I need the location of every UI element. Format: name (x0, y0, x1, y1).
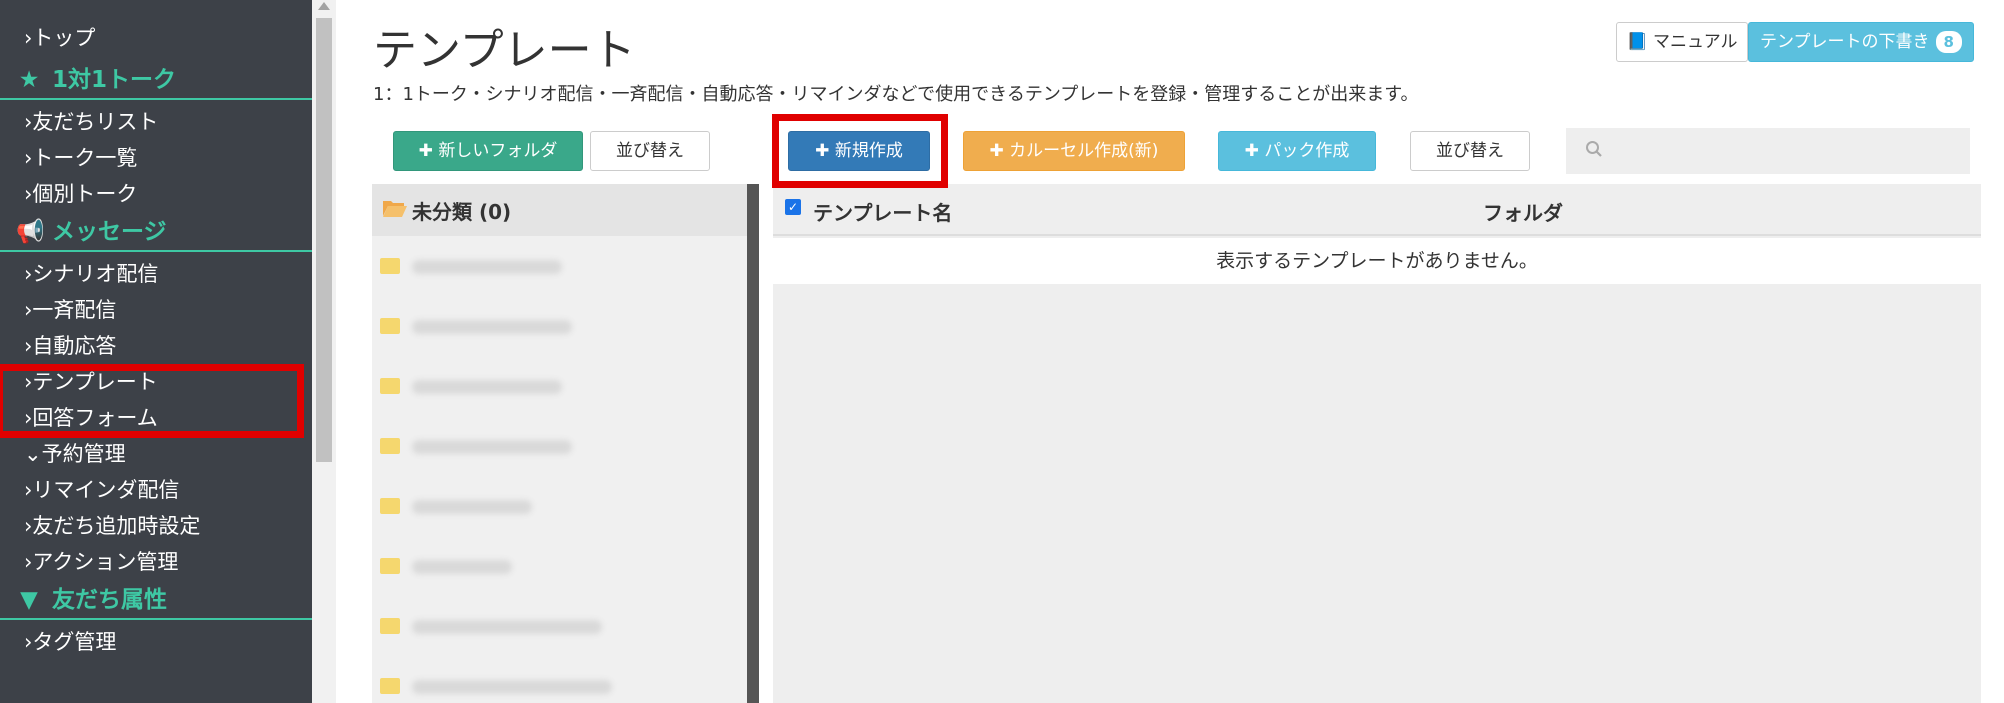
scroll-thumb[interactable] (316, 18, 332, 462)
page-title: テンプレート (373, 25, 636, 76)
highlight-box-new-button (772, 114, 948, 188)
megaphone-icon: 📢 (16, 219, 45, 245)
folder-name-redacted (412, 680, 612, 694)
panel-divider[interactable] (747, 184, 759, 703)
folder-icon (380, 318, 400, 334)
sidebar-item-13[interactable]: ›友だち追加時設定 (24, 508, 200, 544)
sidebar: ›トップ ★ 1対1トーク ›友だちリスト ›トーク一覧 ›個別トーク 📢 メッセージ ›シナリ… (0, 0, 312, 703)
folder-name-redacted (412, 560, 512, 574)
folder-uncategorized[interactable]: 未分類 (0) (372, 184, 747, 236)
folder-icon (380, 618, 400, 634)
folder-name-redacted (412, 320, 572, 334)
folder-sort-button[interactable]: 並び替え (590, 131, 710, 171)
folder-name-redacted (412, 440, 572, 454)
folder-name-redacted (412, 380, 562, 394)
search-input[interactable] (1566, 128, 1970, 174)
sidebar-item-8[interactable]: ›自動応答 (24, 328, 116, 364)
sidebar-section-label: 友だち属性 (52, 587, 167, 613)
search-icon (1586, 141, 1602, 157)
filter-icon: ▼ (20, 587, 38, 613)
template-list-panel: ✓ テンプレート名 フォルダ 表示するテンプレートがありません。 (773, 184, 1981, 703)
sidebar-section-1: ★ 1対1トーク (0, 60, 312, 100)
sidebar-section-5: 📢 メッセージ (0, 212, 312, 252)
folder-icon (380, 378, 400, 394)
sidebar-item-7[interactable]: ›一斉配信 (24, 292, 116, 328)
folder-item[interactable] (380, 552, 710, 582)
sidebar-item-12[interactable]: ›リマインダ配信 (24, 472, 179, 508)
folder-icon (380, 678, 400, 694)
manual-button[interactable]: 📘 マニュアル (1616, 22, 1748, 62)
sidebar-scrollbar[interactable] (312, 0, 336, 703)
empty-table-message: 表示するテンプレートがありません。 (773, 238, 1981, 284)
folder-uncategorized-label: 未分類 (0) (412, 200, 512, 224)
folder-item[interactable] (380, 492, 710, 522)
sidebar-item-6[interactable]: ›シナリオ配信 (24, 256, 158, 292)
folder-icon (380, 258, 400, 274)
folder-item[interactable] (380, 312, 710, 342)
folder-item[interactable] (380, 612, 710, 642)
create-carousel-button[interactable]: ✚ カルーセル作成(新) (963, 131, 1185, 171)
sidebar-item-14[interactable]: ›アクション管理 (24, 544, 178, 580)
folder-item[interactable] (380, 672, 710, 702)
folder-icon (380, 498, 400, 514)
create-pack-button[interactable]: ✚ パック作成 (1218, 131, 1376, 171)
folder-item[interactable] (380, 432, 710, 462)
manual-label: 📘 マニュアル (1626, 32, 1738, 52)
sidebar-section-label: メッセージ (52, 219, 167, 245)
folder-icon (380, 558, 400, 574)
folder-name-redacted (412, 500, 532, 514)
folder-name-redacted (412, 620, 602, 634)
column-header-template-name[interactable]: テンプレート名 (813, 197, 952, 226)
sidebar-item-2[interactable]: ›友だちリスト (24, 104, 158, 140)
sidebar-item-11[interactable]: ⌄予約管理 (24, 436, 126, 472)
sidebar-item-16[interactable]: ›タグ管理 (24, 624, 116, 660)
table-header: ✓ テンプレート名 フォルダ (773, 184, 1981, 236)
folder-icon (380, 438, 400, 454)
column-header-folder[interactable]: フォルダ (1483, 197, 1563, 226)
template-sort-button[interactable]: 並び替え (1410, 131, 1530, 171)
open-folder-icon (383, 201, 407, 217)
sidebar-item-3[interactable]: ›トーク一覧 (24, 140, 137, 176)
sidebar-item-0[interactable]: ›トップ (24, 20, 95, 56)
folder-name-redacted (412, 260, 562, 274)
page-description: 1：1トーク・シナリオ配信・一斉配信・自動応答・リマインダなどで使用できるテンプ… (373, 84, 1419, 105)
drafts-label: テンプレートの下書き (1760, 32, 1930, 52)
scroll-up-arrow-icon[interactable] (318, 2, 330, 10)
new-folder-button[interactable]: ✚ 新しいフォルダ (393, 131, 583, 171)
sidebar-item-4[interactable]: ›個別トーク (24, 176, 137, 212)
highlight-box-template-menu (0, 364, 304, 438)
template-drafts-button[interactable]: テンプレートの下書き 8 (1748, 22, 1974, 62)
select-all-checkbox[interactable]: ✓ (785, 199, 801, 215)
star-icon: ★ (18, 67, 40, 93)
folder-item[interactable] (380, 372, 710, 402)
sidebar-section-label: 1対1トーク (52, 67, 177, 93)
folder-item[interactable] (380, 252, 710, 282)
folder-panel: 未分類 (0) (372, 184, 747, 703)
drafts-count-badge: 8 (1935, 31, 1962, 53)
sidebar-section-15: ▼ 友だち属性 (0, 580, 312, 620)
